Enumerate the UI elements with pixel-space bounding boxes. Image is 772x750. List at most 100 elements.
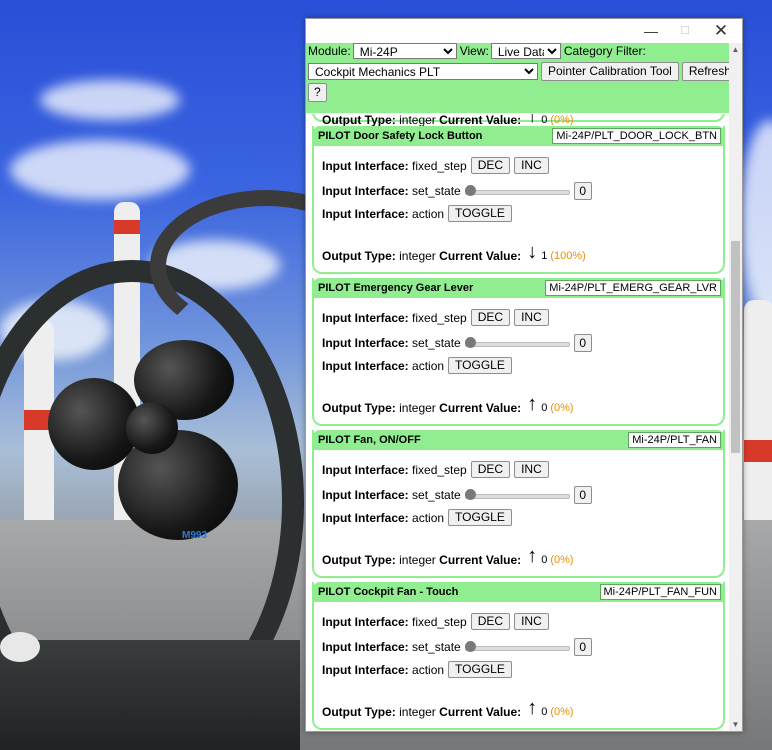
scroll-up-icon[interactable]: ▲: [729, 45, 742, 54]
current-value: 0: [541, 554, 548, 566]
control-title: PILOT Door Safety Lock Button: [318, 130, 483, 142]
output-type-label: Output Type:: [322, 249, 396, 263]
input-interface-label: Input Interface:: [322, 640, 409, 654]
control-panel-partial: Output Type: integer Current Value: ↑ 0(…: [312, 114, 725, 127]
output-type-value: integer: [399, 249, 436, 263]
scrollbar-thumb[interactable]: [731, 241, 740, 453]
current-value-percent: (0%): [550, 706, 574, 718]
output-type-label: Output Type:: [322, 705, 396, 719]
input-interface-label: Input Interface:: [322, 662, 409, 677]
interface-type: set_state: [412, 184, 461, 198]
current-value: 0: [541, 114, 548, 126]
current-value-percent: (100%): [550, 250, 586, 262]
input-interface-label: Input Interface:: [322, 184, 409, 198]
module-select[interactable]: Mi-24P: [352, 43, 457, 59]
help-button[interactable]: ?: [308, 83, 327, 102]
dec-button[interactable]: DEC: [470, 157, 511, 174]
scroll-down-icon[interactable]: ▼: [729, 720, 742, 729]
current-value-percent: (0%): [550, 402, 574, 414]
set-state-slider[interactable]: [464, 184, 570, 198]
current-value-percent: (0%): [550, 554, 574, 566]
input-interface-label: Input Interface:: [322, 510, 409, 525]
set-state-slider[interactable]: [464, 488, 570, 502]
current-value: 0: [541, 706, 548, 718]
control-list[interactable]: Output Type: integer Current Value: ↑ 0(…: [306, 114, 729, 731]
background-label: M993: [182, 530, 208, 541]
control-identifier: Mi-24P/PLT_FAN: [628, 432, 721, 448]
toggle-button[interactable]: TOGGLE: [448, 509, 512, 526]
close-icon[interactable]: ✕: [704, 19, 738, 43]
input-interface-label: Input Interface:: [322, 336, 409, 350]
control-panel: PILOT Fan, ON/OFF Mi-24P/PLT_FAN Input I…: [312, 430, 725, 578]
control-panel-header: PILOT Door Safety Lock Button Mi-24P/PLT…: [312, 126, 725, 146]
interface-type: fixed_step: [412, 310, 467, 325]
toggle-button[interactable]: TOGGLE: [448, 357, 512, 374]
control-panel: PILOT Cockpit Fan - Touch Mi-24P/PLT_FAN…: [312, 582, 725, 730]
slider-handle[interactable]: [464, 337, 476, 348]
inc-button[interactable]: INC: [514, 309, 549, 326]
current-value-label: Current Value:: [439, 705, 522, 719]
set-state-slider[interactable]: [464, 640, 570, 654]
control-title: PILOT Fan, ON/OFF: [318, 434, 421, 446]
category-filter-select[interactable]: Cockpit Mechanics PLT: [308, 62, 538, 80]
dec-button[interactable]: DEC: [470, 461, 511, 478]
value-arrow-icon: ↑: [527, 697, 538, 719]
set-state-value[interactable]: 0: [573, 486, 592, 504]
maximize-icon[interactable]: ☐: [668, 19, 702, 43]
pointer-calibration-button[interactable]: Pointer Calibration Tool: [541, 61, 679, 81]
slider-handle[interactable]: [464, 489, 476, 500]
vertical-scrollbar[interactable]: ▲ ▼: [729, 43, 742, 731]
current-value-label: Current Value:: [439, 553, 522, 567]
output-type-value: integer: [399, 553, 436, 567]
dec-button[interactable]: DEC: [470, 309, 511, 326]
module-label: Module:: [308, 44, 351, 58]
app-window: — ☐ ✕ Module: Mi-24P View: Live Data Cat…: [305, 18, 743, 732]
interface-type: fixed_step: [412, 614, 467, 629]
toolbar: Module: Mi-24P View: Live Data Category …: [306, 43, 742, 113]
control-identifier: Mi-24P/PLT_EMERG_GEAR_LVR: [545, 280, 721, 296]
toggle-button[interactable]: TOGGLE: [448, 661, 512, 678]
control-panel-header: PILOT Cockpit Fan - Touch Mi-24P/PLT_FAN…: [312, 582, 725, 602]
current-value-label: Current Value:: [439, 401, 522, 415]
slider-handle[interactable]: [464, 641, 476, 652]
minimize-icon[interactable]: —: [634, 19, 668, 43]
interface-type: action: [412, 510, 445, 525]
interface-type: action: [412, 662, 445, 677]
slider-handle[interactable]: [464, 185, 476, 196]
toggle-button[interactable]: TOGGLE: [448, 205, 512, 222]
set-state-value[interactable]: 0: [573, 182, 592, 200]
control-title: PILOT Emergency Gear Lever: [318, 282, 474, 294]
current-value-percent: (0%): [550, 114, 574, 126]
control-identifier: Mi-24P/PLT_DOOR_LOCK_BTN: [552, 128, 721, 144]
control-panel-header: PILOT Emergency Gear Lever Mi-24P/PLT_EM…: [312, 278, 725, 298]
current-value: 0: [541, 402, 548, 414]
output-type-label: Output Type:: [322, 401, 396, 415]
interface-type: action: [412, 206, 445, 221]
input-interface-label: Input Interface:: [322, 310, 409, 325]
interface-type: set_state: [412, 336, 461, 350]
category-filter-label: Category Filter:: [563, 44, 646, 58]
value-arrow-icon: ↑: [527, 545, 538, 567]
set-state-value[interactable]: 0: [573, 334, 592, 352]
control-panel: PILOT Door Safety Lock Button Mi-24P/PLT…: [312, 126, 725, 274]
view-select[interactable]: Live Data: [490, 43, 561, 59]
input-interface-label: Input Interface:: [322, 614, 409, 629]
interface-type: set_state: [412, 640, 461, 654]
input-interface-label: Input Interface:: [322, 206, 409, 221]
control-identifier: Mi-24P/PLT_FAN_FUN: [599, 584, 721, 600]
input-interface-label: Input Interface:: [322, 358, 409, 373]
interface-type: fixed_step: [412, 462, 467, 477]
dec-button[interactable]: DEC: [470, 613, 511, 630]
output-type-value: integer: [399, 401, 436, 415]
input-interface-label: Input Interface:: [322, 158, 409, 173]
control-panel: PILOT Emergency Gear Lever Mi-24P/PLT_EM…: [312, 278, 725, 426]
inc-button[interactable]: INC: [514, 157, 549, 174]
cockpit-fan: [126, 402, 178, 454]
set-state-slider[interactable]: [464, 336, 570, 350]
value-arrow-icon: ↓: [527, 241, 538, 263]
set-state-value[interactable]: 0: [573, 638, 592, 656]
output-type-value: integer: [399, 705, 436, 719]
interface-type: fixed_step: [412, 158, 467, 173]
inc-button[interactable]: INC: [514, 461, 549, 478]
inc-button[interactable]: INC: [514, 613, 549, 630]
